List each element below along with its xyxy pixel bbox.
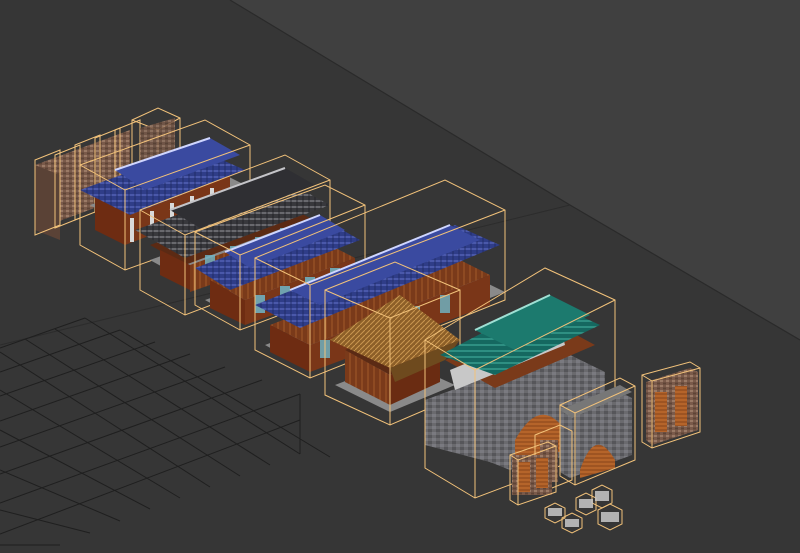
viewport-canvas[interactable]: [0, 0, 800, 553]
3d-viewport[interactable]: [0, 0, 800, 553]
